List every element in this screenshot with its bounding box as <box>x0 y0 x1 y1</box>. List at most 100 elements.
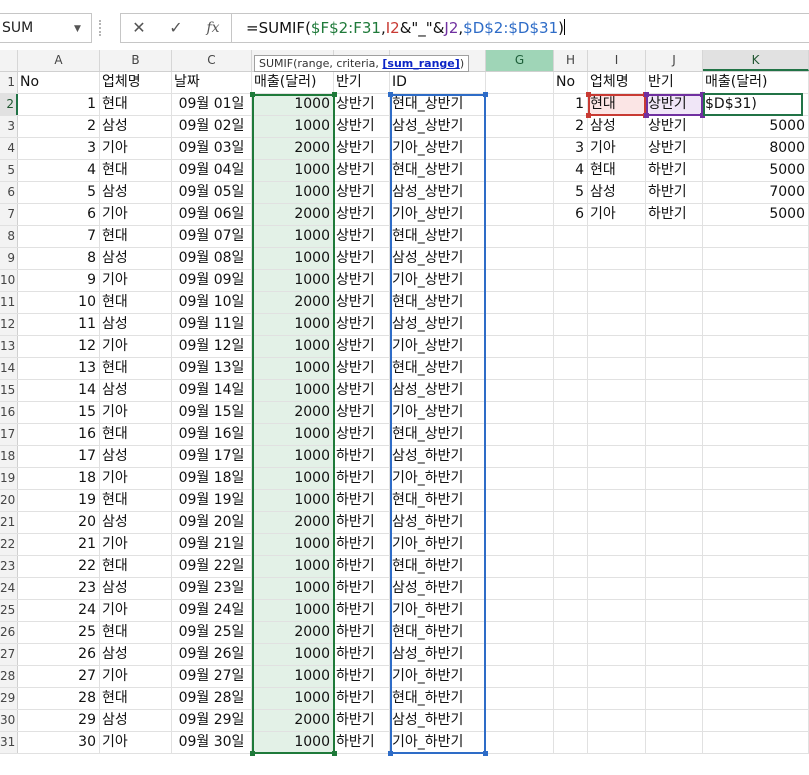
cell-f14[interactable]: 현대_상반기 <box>390 358 486 379</box>
cell-b22[interactable]: 기아 <box>100 534 172 555</box>
cell-c29[interactable]: 09월 28일 <box>172 688 252 709</box>
cell-f28[interactable]: 기아_하반기 <box>390 666 486 687</box>
cell-h28[interactable] <box>554 666 588 687</box>
column-header-h[interactable]: H <box>554 50 588 71</box>
cell-f22[interactable]: 기아_하반기 <box>390 534 486 555</box>
cell-e29[interactable]: 하반기 <box>334 688 390 709</box>
cell-g26[interactable] <box>486 622 554 643</box>
cell-a16[interactable]: 15 <box>18 402 100 423</box>
cell-a6[interactable]: 5 <box>18 182 100 203</box>
cell-f18[interactable]: 삼성_하반기 <box>390 446 486 467</box>
cell-e28[interactable]: 하반기 <box>334 666 390 687</box>
cell-j16[interactable] <box>646 402 703 423</box>
cell-i29[interactable] <box>588 688 646 709</box>
row-header-7[interactable]: 7 <box>0 204 18 225</box>
cell-f25[interactable]: 기아_하반기 <box>390 600 486 621</box>
cell-e24[interactable]: 하반기 <box>334 578 390 599</box>
cell-i26[interactable] <box>588 622 646 643</box>
cell-c19[interactable]: 09월 18일 <box>172 468 252 489</box>
cell-a19[interactable]: 18 <box>18 468 100 489</box>
cell-e2[interactable]: 상반기 <box>334 94 390 115</box>
cell-j23[interactable] <box>646 556 703 577</box>
cell-c13[interactable]: 09월 12일 <box>172 336 252 357</box>
cell-h12[interactable] <box>554 314 588 335</box>
cell-j11[interactable] <box>646 292 703 313</box>
cell-j14[interactable] <box>646 358 703 379</box>
cell-a1[interactable]: No <box>18 72 100 93</box>
cell-f29[interactable]: 현대_하반기 <box>390 688 486 709</box>
cell-a17[interactable]: 16 <box>18 424 100 445</box>
cell-d24[interactable]: 1000 <box>252 578 334 599</box>
cell-h6[interactable]: 5 <box>554 182 588 203</box>
cell-a11[interactable]: 10 <box>18 292 100 313</box>
cell-k19[interactable] <box>703 468 809 489</box>
cell-f3[interactable]: 삼성_상반기 <box>390 116 486 137</box>
cell-d12[interactable]: 1000 <box>252 314 334 335</box>
cell-h4[interactable]: 3 <box>554 138 588 159</box>
cell-c31[interactable]: 09월 30일 <box>172 732 252 753</box>
cell-b5[interactable]: 현대 <box>100 160 172 181</box>
cell-k13[interactable] <box>703 336 809 357</box>
row-header-5[interactable]: 5 <box>0 160 18 181</box>
cell-g18[interactable] <box>486 446 554 467</box>
cell-f6[interactable]: 삼성_상반기 <box>390 182 486 203</box>
cell-i3[interactable]: 삼성 <box>588 116 646 137</box>
cell-k20[interactable] <box>703 490 809 511</box>
column-header-j[interactable]: J <box>646 50 703 71</box>
row-header-4[interactable]: 4 <box>0 138 18 159</box>
cell-b18[interactable]: 삼성 <box>100 446 172 467</box>
cell-e19[interactable]: 하반기 <box>334 468 390 489</box>
range-resize-handle[interactable] <box>388 751 393 756</box>
cell-j21[interactable] <box>646 512 703 533</box>
cell-a12[interactable]: 11 <box>18 314 100 335</box>
cell-k1[interactable]: 매출(달러) <box>703 72 809 93</box>
cell-c2[interactable]: 09월 01일 <box>172 94 252 115</box>
cell-i19[interactable] <box>588 468 646 489</box>
cell-h26[interactable] <box>554 622 588 643</box>
cell-c22[interactable]: 09월 21일 <box>172 534 252 555</box>
cell-k14[interactable] <box>703 358 809 379</box>
cell-i23[interactable] <box>588 556 646 577</box>
cell-j6[interactable]: 하반기 <box>646 182 703 203</box>
cell-a31[interactable]: 30 <box>18 732 100 753</box>
cell-a24[interactable]: 23 <box>18 578 100 599</box>
cell-f2[interactable]: 현대_상반기 <box>390 94 486 115</box>
cell-e10[interactable]: 상반기 <box>334 270 390 291</box>
row-header-21[interactable]: 21 <box>0 512 18 533</box>
cell-d5[interactable]: 1000 <box>252 160 334 181</box>
cell-a20[interactable]: 19 <box>18 490 100 511</box>
cell-h17[interactable] <box>554 424 588 445</box>
cell-d31[interactable]: 1000 <box>252 732 334 753</box>
range-resize-handle[interactable] <box>644 92 649 97</box>
cell-k27[interactable] <box>703 644 809 665</box>
formula-input[interactable]: =SUMIF($F$2:F31,I2&"_"&J2,$D$2:$D$31) <box>231 13 809 43</box>
cell-a15[interactable]: 14 <box>18 380 100 401</box>
cell-j20[interactable] <box>646 490 703 511</box>
cell-h25[interactable] <box>554 600 588 621</box>
cell-e18[interactable]: 하반기 <box>334 446 390 467</box>
cell-d28[interactable]: 1000 <box>252 666 334 687</box>
cell-i18[interactable] <box>588 446 646 467</box>
cell-k10[interactable] <box>703 270 809 291</box>
row-header-25[interactable]: 25 <box>0 600 18 621</box>
row-header-24[interactable]: 24 <box>0 578 18 599</box>
row-header-8[interactable]: 8 <box>0 226 18 247</box>
cell-j3[interactable]: 상반기 <box>646 116 703 137</box>
cell-e27[interactable]: 하반기 <box>334 644 390 665</box>
row-header-19[interactable]: 19 <box>0 468 18 489</box>
cell-g28[interactable] <box>486 666 554 687</box>
cell-h22[interactable] <box>554 534 588 555</box>
cell-f12[interactable]: 삼성_상반기 <box>390 314 486 335</box>
cell-h8[interactable] <box>554 226 588 247</box>
row-header-28[interactable]: 28 <box>0 666 18 687</box>
range-resize-handle[interactable] <box>250 92 255 97</box>
cell-j26[interactable] <box>646 622 703 643</box>
cell-i31[interactable] <box>588 732 646 753</box>
cell-e5[interactable]: 상반기 <box>334 160 390 181</box>
cell-h21[interactable] <box>554 512 588 533</box>
cell-i12[interactable] <box>588 314 646 335</box>
cell-d15[interactable]: 1000 <box>252 380 334 401</box>
row-header-15[interactable]: 15 <box>0 380 18 401</box>
cell-c10[interactable]: 09월 09일 <box>172 270 252 291</box>
cell-k24[interactable] <box>703 578 809 599</box>
